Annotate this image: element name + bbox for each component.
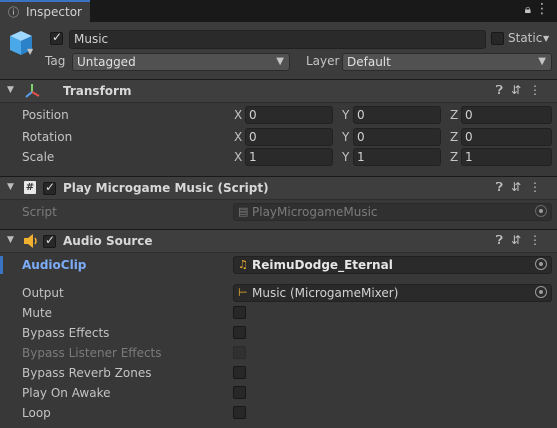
script-field: ▤ PlayMicrogameMusic — [233, 203, 552, 221]
script-file-icon: ▤ — [238, 205, 249, 218]
tab-label: Inspector — [26, 5, 82, 19]
layer-label: Layer — [306, 54, 340, 68]
audioclip-label: AudioClip — [22, 258, 87, 272]
component-title: Play Microgame Music (Script) — [63, 181, 269, 195]
audio-enabled-toggle[interactable] — [43, 233, 56, 248]
scale-z-field[interactable]: 1 — [461, 148, 552, 166]
help-icon[interactable]: ❓︎ — [496, 180, 511, 194]
icon-dropdown-arrow-icon[interactable]: ▼ — [27, 47, 33, 56]
play-on-awake-label: Play On Awake — [22, 386, 111, 400]
transform-axes-icon — [25, 84, 40, 98]
chevron-down-icon: ▼ — [538, 56, 546, 67]
presets-icon[interactable]: ⇵ — [511, 83, 529, 97]
play-on-awake-checkbox[interactable] — [233, 386, 246, 399]
bypass-listener-effects-label: Bypass Listener Effects — [22, 346, 162, 360]
audio-source-header[interactable]: ▼ Audio Source ❓︎⇵⋮ — [0, 229, 557, 253]
bypass-reverb-zones-checkbox[interactable] — [233, 366, 246, 379]
component-header-icons: ❓︎⇵⋮ — [496, 233, 549, 248]
axis-x-label: X — [234, 108, 243, 122]
layer-value: Default — [347, 55, 391, 69]
foldout-arrow-icon[interactable]: ▼ — [7, 182, 14, 192]
static-toggle[interactable] — [491, 32, 504, 45]
foldout-arrow-icon[interactable]: ▼ — [7, 85, 14, 95]
axis-y-label: Y — [342, 150, 350, 164]
bypass-effects-label: Bypass Effects — [22, 326, 110, 340]
tag-dropdown[interactable]: Untagged ▼ — [72, 53, 290, 71]
axis-y-label: Y — [342, 130, 350, 144]
tag-label: Tag — [45, 54, 66, 68]
bypass-effects-checkbox[interactable] — [233, 326, 246, 339]
chevron-down-icon: ▼ — [276, 56, 284, 67]
more-icon[interactable]: ⋮ — [529, 180, 549, 194]
script-component-header[interactable]: ▼ # Play Microgame Music (Script) ❓︎⇵⋮ — [0, 176, 557, 200]
gameobject-header: ▼ Music Static ▼ Tag Untagged ▼ Layer De… — [0, 22, 557, 80]
help-icon[interactable]: ❓︎ — [496, 233, 511, 247]
active-toggle[interactable] — [50, 30, 63, 45]
layer-dropdown[interactable]: Default ▼ — [342, 53, 552, 71]
axis-x-label: X — [234, 150, 243, 164]
axis-z-label: Z — [450, 108, 459, 122]
script-enabled-toggle[interactable] — [43, 180, 56, 195]
row-label: Position — [22, 108, 69, 122]
mute-checkbox[interactable] — [233, 306, 246, 319]
static-label[interactable]: Static — [508, 31, 542, 45]
script-label: Script — [22, 205, 57, 219]
presets-icon[interactable]: ⇵ — [511, 180, 529, 194]
object-picker-icon[interactable] — [535, 258, 547, 270]
row-label: Rotation — [22, 130, 73, 144]
mute-label: Mute — [22, 306, 53, 320]
modified-indicator — [0, 256, 3, 274]
row-label: Scale — [22, 150, 55, 164]
audio-clip-icon: ♫ — [238, 258, 248, 271]
scale-y-field[interactable]: 1 — [353, 148, 441, 166]
component-header-icons: ❓︎⇵⋮ — [496, 180, 549, 195]
component-title: Transform — [63, 84, 132, 98]
presets-icon[interactable]: ⇵ — [511, 233, 529, 247]
object-name-input[interactable]: Music — [69, 30, 486, 49]
tag-value: Untagged — [77, 55, 136, 69]
audioclip-field[interactable]: ♫ ReimuDodge_Eternal — [233, 256, 552, 274]
speaker-icon — [24, 234, 37, 248]
rotation-z-field[interactable]: 0 — [461, 128, 552, 146]
lock-icon[interactable]: 🔒︎ — [525, 2, 531, 17]
component-title: Audio Source — [63, 234, 153, 248]
output-field[interactable]: ⊢ Music (MicrogameMixer) — [233, 284, 552, 302]
foldout-arrow-icon[interactable]: ▼ — [7, 235, 14, 245]
position-x-field[interactable]: 0 — [245, 106, 333, 124]
more-icon[interactable]: ⋮ — [529, 233, 549, 247]
loop-label: Loop — [22, 406, 51, 420]
help-icon[interactable]: ❓︎ — [496, 83, 511, 97]
static-dropdown-icon[interactable]: ▼ — [543, 34, 549, 43]
tab-inspector[interactable]: ⓘ Inspector — [0, 0, 90, 22]
script-value: PlayMicrogameMusic — [252, 205, 378, 219]
loop-checkbox[interactable] — [233, 406, 246, 419]
axis-y-label: Y — [342, 108, 350, 122]
bypass-listener-effects-checkbox — [233, 346, 246, 359]
transform-header[interactable]: ▼ Transform ❓︎⇵⋮ — [0, 79, 557, 103]
axis-x-label: X — [234, 130, 243, 144]
audioclip-value: ReimuDodge_Eternal — [252, 258, 393, 272]
object-picker-icon[interactable] — [535, 286, 547, 298]
axis-z-label: Z — [450, 150, 459, 164]
component-header-icons: ❓︎⇵⋮ — [496, 83, 549, 98]
kebab-menu-icon[interactable]: ⋮ — [535, 1, 549, 17]
bypass-reverb-zones-label: Bypass Reverb Zones — [22, 366, 152, 380]
object-picker-icon — [535, 205, 547, 217]
more-icon[interactable]: ⋮ — [529, 83, 549, 97]
output-label: Output — [22, 286, 64, 300]
script-hash-icon: # — [24, 181, 36, 194]
scale-x-field[interactable]: 1 — [245, 148, 333, 166]
rotation-y-field[interactable]: 0 — [353, 128, 441, 146]
position-y-field[interactable]: 0 — [353, 106, 441, 124]
position-z-field[interactable]: 0 — [461, 106, 552, 124]
axis-z-label: Z — [450, 130, 459, 144]
info-icon: ⓘ — [8, 6, 19, 19]
mixer-group-icon: ⊢ — [238, 286, 248, 299]
tab-bar: ⓘ Inspector 🔒︎ ⋮ — [0, 0, 557, 22]
rotation-x-field[interactable]: 0 — [245, 128, 333, 146]
output-value: Music (MicrogameMixer) — [252, 286, 399, 300]
